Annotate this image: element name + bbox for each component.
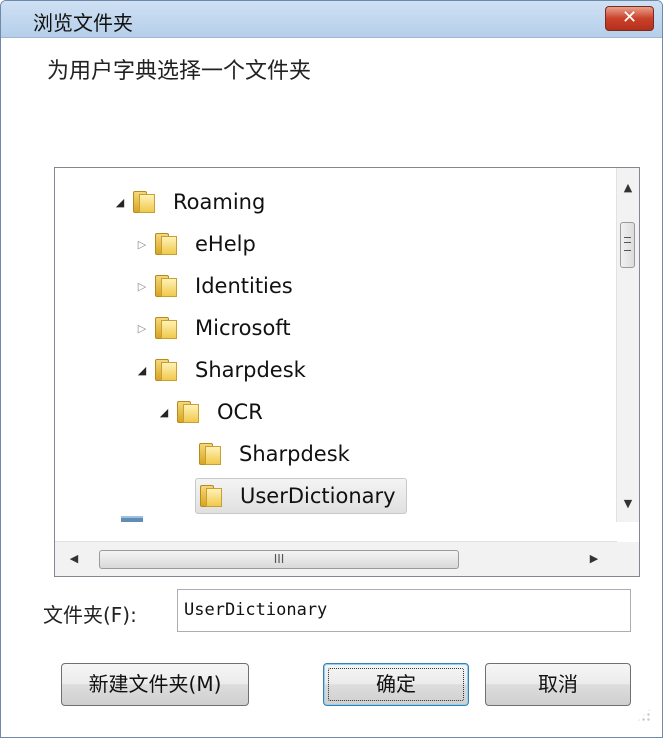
collapsed-arrow-icon[interactable]: ▷ (135, 322, 149, 335)
scrollbar-corner (617, 542, 639, 576)
folder-icon (133, 191, 157, 213)
new-folder-button[interactable]: 新建文件夹(M) (61, 663, 249, 706)
tree-node-ehelp[interactable]: ▷ eHelp (135, 225, 260, 263)
browse-folder-dialog: 浏览文件夹 ✕ 为用户字典选择一个文件夹 ◢ Roaming ▷ eHelp ▷… (0, 0, 663, 738)
dialog-instruction: 为用户字典选择一个文件夹 (47, 59, 312, 84)
close-icon: ✕ (621, 7, 638, 28)
collapsed-arrow-icon[interactable]: ▷ (135, 238, 149, 251)
dialog-title: 浏览文件夹 (33, 11, 133, 35)
scroll-right-arrow-icon[interactable]: ▶ (581, 542, 607, 576)
expanded-arrow-icon[interactable]: ◢ (113, 196, 127, 209)
expanded-arrow-icon[interactable]: ◢ (135, 364, 149, 377)
focus-ring (328, 668, 464, 701)
folder-icon (155, 275, 179, 297)
grip-icon (624, 237, 631, 251)
folder-icon (155, 233, 179, 255)
collapsed-arrow-icon[interactable]: ▷ (135, 280, 149, 293)
tree-node-identities[interactable]: ▷ Identities (135, 267, 297, 305)
cancel-button[interactable]: 取消 (485, 663, 631, 706)
folder-icon (155, 359, 179, 381)
folder-name-input[interactable]: UserDictionary (177, 589, 631, 632)
tree-node-roaming[interactable]: ◢ Roaming (113, 183, 269, 221)
tree-node-userdictionary[interactable]: UserDictionary (195, 477, 407, 515)
folder-tree-view[interactable]: ◢ Roaming ▷ eHelp ▷ Identities ▷ Microso… (55, 168, 617, 522)
tree-node-sharpdesk[interactable]: ◢ Sharpdesk (135, 351, 310, 389)
tree-node-label: Microsoft (195, 316, 291, 340)
folder-icon (155, 317, 179, 339)
partial-drive-icon (121, 516, 143, 522)
selection-highlight[interactable]: UserDictionary (195, 478, 407, 514)
tree-node-label: UserDictionary (240, 484, 396, 508)
horizontal-scrollbar[interactable]: ◀ III ▶ (55, 541, 617, 576)
close-button[interactable]: ✕ (605, 6, 654, 31)
expanded-arrow-icon[interactable]: ◢ (157, 406, 171, 419)
title-bar[interactable]: 浏览文件夹 ✕ (1, 1, 662, 38)
tree-node-label: OCR (217, 400, 263, 424)
grip-icon: III (273, 552, 285, 566)
vertical-scrollbar[interactable]: ▲ ▼ (616, 168, 639, 522)
folder-icon (177, 401, 201, 423)
tree-node-microsoft[interactable]: ▷ Microsoft (135, 309, 295, 347)
folder-field-label: 文件夹(F): (43, 603, 137, 627)
tree-node-label: eHelp (195, 232, 256, 256)
tree-node-ocr[interactable]: ◢ OCR (157, 393, 267, 431)
folder-tree[interactable]: ◢ Roaming ▷ eHelp ▷ Identities ▷ Microso… (54, 167, 640, 577)
tree-node-label: Sharpdesk (239, 442, 350, 466)
ok-button[interactable]: 确定 (323, 663, 469, 706)
tree-node-sharpdesk-ocr[interactable]: Sharpdesk (199, 435, 354, 473)
scroll-up-arrow-icon[interactable]: ▲ (617, 174, 639, 202)
tree-node-label: Sharpdesk (195, 358, 306, 382)
resize-grip-icon[interactable] (636, 707, 652, 723)
vertical-scroll-thumb[interactable] (620, 222, 635, 268)
horizontal-scroll-thumb[interactable]: III (99, 550, 459, 569)
tree-node-label: Roaming (173, 190, 266, 214)
scroll-down-arrow-icon[interactable]: ▼ (617, 490, 639, 518)
folder-icon (200, 485, 224, 507)
tree-node-label: Identities (195, 274, 293, 298)
folder-icon (199, 443, 223, 465)
scroll-left-arrow-icon[interactable]: ◀ (61, 542, 87, 576)
